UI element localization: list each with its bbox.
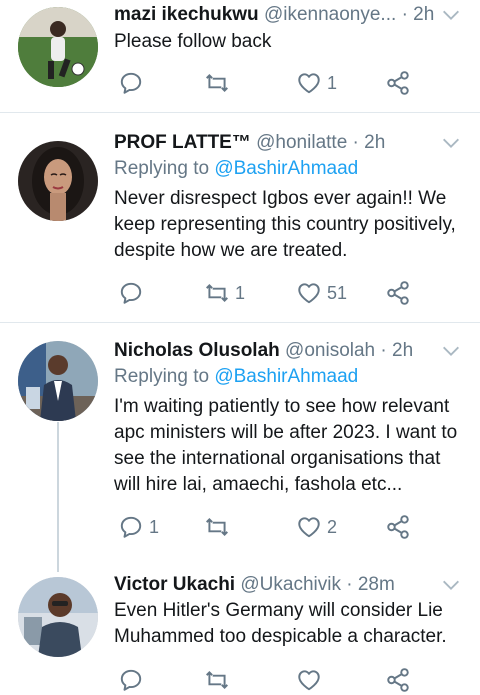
- divider: [0, 112, 480, 113]
- chevron-down-icon[interactable]: [440, 574, 462, 596]
- tweet-header: PROF LATTE™ @honilatte · 2h: [114, 128, 385, 158]
- reply-icon: [120, 282, 142, 304]
- like-icon: [298, 517, 320, 538]
- reply-button[interactable]: [118, 665, 149, 695]
- timestamp[interactable]: · 28m: [346, 574, 395, 595]
- tweet-text: Please follow back: [114, 31, 272, 52]
- like-icon: [298, 670, 320, 691]
- tweet-actions: [114, 665, 424, 695]
- share-button[interactable]: [385, 278, 411, 308]
- share-icon: [387, 668, 409, 692]
- retweet-button[interactable]: [204, 68, 235, 98]
- reply-button[interactable]: 1: [118, 512, 159, 542]
- retweet-icon: [206, 671, 228, 689]
- share-icon: [387, 71, 409, 95]
- tweet-text: Even Hitler's Germany will consider Lie …: [114, 600, 447, 647]
- reply-icon: [120, 516, 142, 538]
- user-handle[interactable]: @ikennaonye...: [264, 4, 396, 25]
- like-button[interactable]: 1: [296, 68, 337, 98]
- avatar[interactable]: [18, 341, 98, 421]
- tweet[interactable]: Victor Ukachi @Ukachivik · 28m Even Hitl…: [0, 570, 480, 692]
- retweet-button[interactable]: [204, 512, 235, 542]
- avatar[interactable]: [18, 141, 98, 221]
- retweet-icon: [206, 74, 228, 92]
- user-handle[interactable]: @Ukachivik: [240, 574, 341, 595]
- display-name[interactable]: Victor Ukachi: [114, 574, 235, 595]
- avatar[interactable]: [18, 577, 98, 657]
- avatar[interactable]: [18, 7, 98, 87]
- display-name[interactable]: PROF LATTE™: [114, 132, 251, 153]
- timestamp[interactable]: · 2h: [402, 4, 435, 25]
- retweet-button[interactable]: 1: [204, 278, 245, 308]
- tweet[interactable]: Nicholas Olusolah @onisolah · 2h Replyin…: [0, 334, 480, 564]
- tweet-actions: 1: [114, 68, 424, 98]
- timestamp[interactable]: · 2h: [380, 340, 413, 361]
- tweet[interactable]: mazi ikechukwu @ikennaonye... · 2h Pleas…: [0, 0, 480, 112]
- tweet-actions: 1 2: [114, 512, 424, 542]
- like-button[interactable]: 2: [296, 512, 337, 542]
- divider: [0, 322, 480, 323]
- chevron-down-icon[interactable]: [440, 340, 462, 362]
- like-icon: [298, 73, 320, 94]
- like-count: 2: [327, 516, 338, 537]
- reply-icon: [120, 72, 142, 94]
- retweet-icon: [206, 518, 228, 536]
- share-button[interactable]: [385, 68, 411, 98]
- replying-prefix: Replying to: [114, 158, 215, 179]
- share-button[interactable]: [385, 512, 411, 542]
- like-icon: [298, 283, 320, 304]
- replying-prefix: Replying to: [114, 366, 215, 387]
- user-handle[interactable]: @onisolah: [285, 340, 375, 361]
- user-handle[interactable]: @honilatte: [256, 132, 347, 153]
- retweet-button[interactable]: [204, 665, 235, 695]
- tweet-header: mazi ikechukwu @ikennaonye... · 2h: [114, 0, 434, 30]
- replying-to: Replying to @BashirAhmaad: [114, 364, 358, 390]
- retweet-count: 1: [235, 282, 246, 303]
- like-button[interactable]: 51: [296, 278, 347, 308]
- tweet-header: Nicholas Olusolah @onisolah · 2h: [114, 336, 413, 366]
- tweet-text: I'm waiting patiently to see how relevan…: [114, 396, 458, 495]
- tweet-text: Never disrespect Igbos ever again!! We k…: [114, 188, 456, 261]
- like-button[interactable]: [296, 665, 327, 695]
- mention-link[interactable]: @BashirAhmaad: [214, 366, 358, 387]
- display-name[interactable]: mazi ikechukwu: [114, 4, 259, 25]
- share-button[interactable]: [385, 665, 411, 695]
- chevron-down-icon[interactable]: [440, 4, 462, 26]
- tweet[interactable]: PROF LATTE™ @honilatte · 2h Replying to …: [0, 124, 480, 320]
- display-name[interactable]: Nicholas Olusolah: [114, 340, 280, 361]
- reply-count: 1: [149, 516, 160, 537]
- reply-button[interactable]: [118, 278, 149, 308]
- mention-link[interactable]: @BashirAhmaad: [214, 158, 358, 179]
- share-icon: [387, 281, 409, 305]
- timestamp[interactable]: · 2h: [353, 132, 386, 153]
- like-count: 51: [327, 282, 348, 303]
- chevron-down-icon[interactable]: [440, 132, 462, 154]
- share-icon: [387, 515, 409, 539]
- reply-icon: [120, 669, 142, 691]
- tweet-actions: 1 51: [114, 278, 424, 308]
- reply-button[interactable]: [118, 68, 149, 98]
- like-count: 1: [327, 72, 338, 93]
- tweet-header: Victor Ukachi @Ukachivik · 28m: [114, 570, 395, 600]
- retweet-icon: [206, 284, 228, 302]
- replying-to: Replying to @BashirAhmaad: [114, 156, 358, 182]
